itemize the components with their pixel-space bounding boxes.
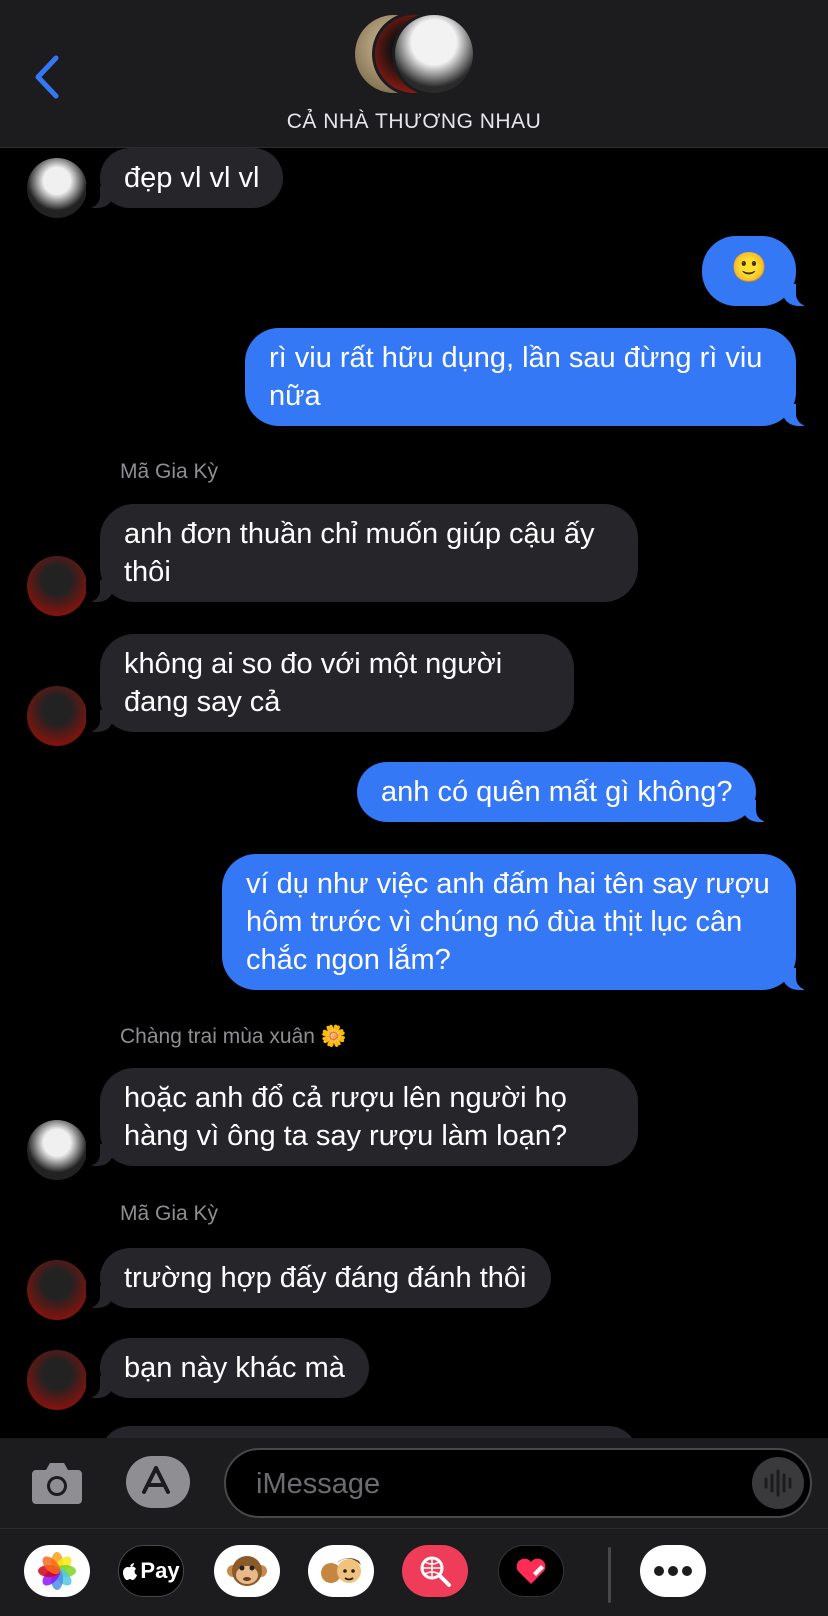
group-title[interactable]: CẢ NHÀ THƯƠNG NHAU	[0, 110, 828, 134]
apple-pay-app-button[interactable]: Pay	[118, 1545, 184, 1597]
sender-name: Mã Gia Kỳ	[120, 1202, 219, 1225]
memoji-icon	[321, 1558, 361, 1583]
back-button[interactable]	[30, 52, 64, 102]
photos-app-button[interactable]	[24, 1545, 90, 1597]
avatar	[27, 1260, 87, 1320]
avatar	[27, 686, 87, 746]
avatar	[392, 12, 476, 96]
photos-app-icon	[38, 1552, 76, 1590]
image-search-app-button[interactable]	[402, 1545, 468, 1597]
avatar	[27, 556, 87, 616]
avatar	[27, 1120, 87, 1180]
globe-search-icon	[420, 1556, 451, 1587]
app-store-button[interactable]	[126, 1456, 190, 1508]
compose-bar	[0, 1438, 828, 1528]
heart-icon	[516, 1558, 546, 1584]
conversation-header: CẢ NHÀ THƯƠNG NHAU	[0, 0, 828, 148]
apple-pay-label: Pay	[140, 1558, 180, 1583]
avatar	[27, 1350, 87, 1410]
imessage-input[interactable]	[256, 1462, 716, 1506]
group-avatar[interactable]	[352, 12, 476, 96]
camera-button[interactable]	[30, 1458, 84, 1506]
incoming-message[interactable]: đẹp vl vl vl	[85, 148, 284, 208]
incoming-message[interactable]: không ai so đo với một người đang say cả	[86, 634, 574, 732]
incoming-message[interactable]: anh đơn thuần chỉ muốn giúp cậu ấy thôi	[86, 504, 638, 602]
incoming-message[interactable]: trường hợp đấy đáng đánh thôi	[86, 1248, 551, 1308]
apple-logo-icon	[123, 1563, 138, 1580]
app-drawer-divider	[608, 1547, 611, 1603]
chevron-left-icon	[35, 55, 59, 99]
incoming-message[interactable]: bạn này khác mà	[86, 1338, 369, 1398]
message-field	[224, 1448, 812, 1518]
animoji-app-button[interactable]	[214, 1545, 280, 1597]
incoming-message[interactable]: hoặc anh đổ cả rượu lên người họ hàng vì…	[86, 1068, 638, 1166]
sender-name: Mã Gia Kỳ	[120, 460, 219, 483]
dictation-button[interactable]	[752, 1457, 804, 1509]
message-thread[interactable]: đẹp vl vl vl 🙂 rì viu rất hữu dụng, lần …	[0, 148, 828, 1438]
monkey-emoji-icon	[227, 1556, 267, 1586]
app-drawer: Pay	[0, 1528, 828, 1616]
outgoing-message[interactable]: ví dụ như việc anh đấm hai tên say rượu …	[222, 854, 810, 990]
outgoing-message[interactable]: anh có quên mất gì không?	[357, 762, 771, 822]
app-store-icon	[134, 1460, 178, 1504]
sender-name: Chàng trai mùa xuân 🌼	[120, 1025, 347, 1048]
outgoing-message[interactable]: 🙂	[702, 236, 810, 306]
incoming-message[interactable]	[100, 1426, 638, 1438]
more-apps-icon	[654, 1566, 692, 1576]
outgoing-message[interactable]: rì viu rất hữu dụng, lần sau đừng rì viu…	[245, 328, 810, 426]
avatar	[27, 158, 87, 218]
more-apps-button[interactable]	[640, 1545, 706, 1597]
digital-touch-app-button[interactable]	[498, 1545, 564, 1597]
audio-waveform-icon	[764, 1469, 792, 1497]
camera-icon	[32, 1463, 82, 1504]
memoji-app-button[interactable]	[308, 1545, 374, 1597]
